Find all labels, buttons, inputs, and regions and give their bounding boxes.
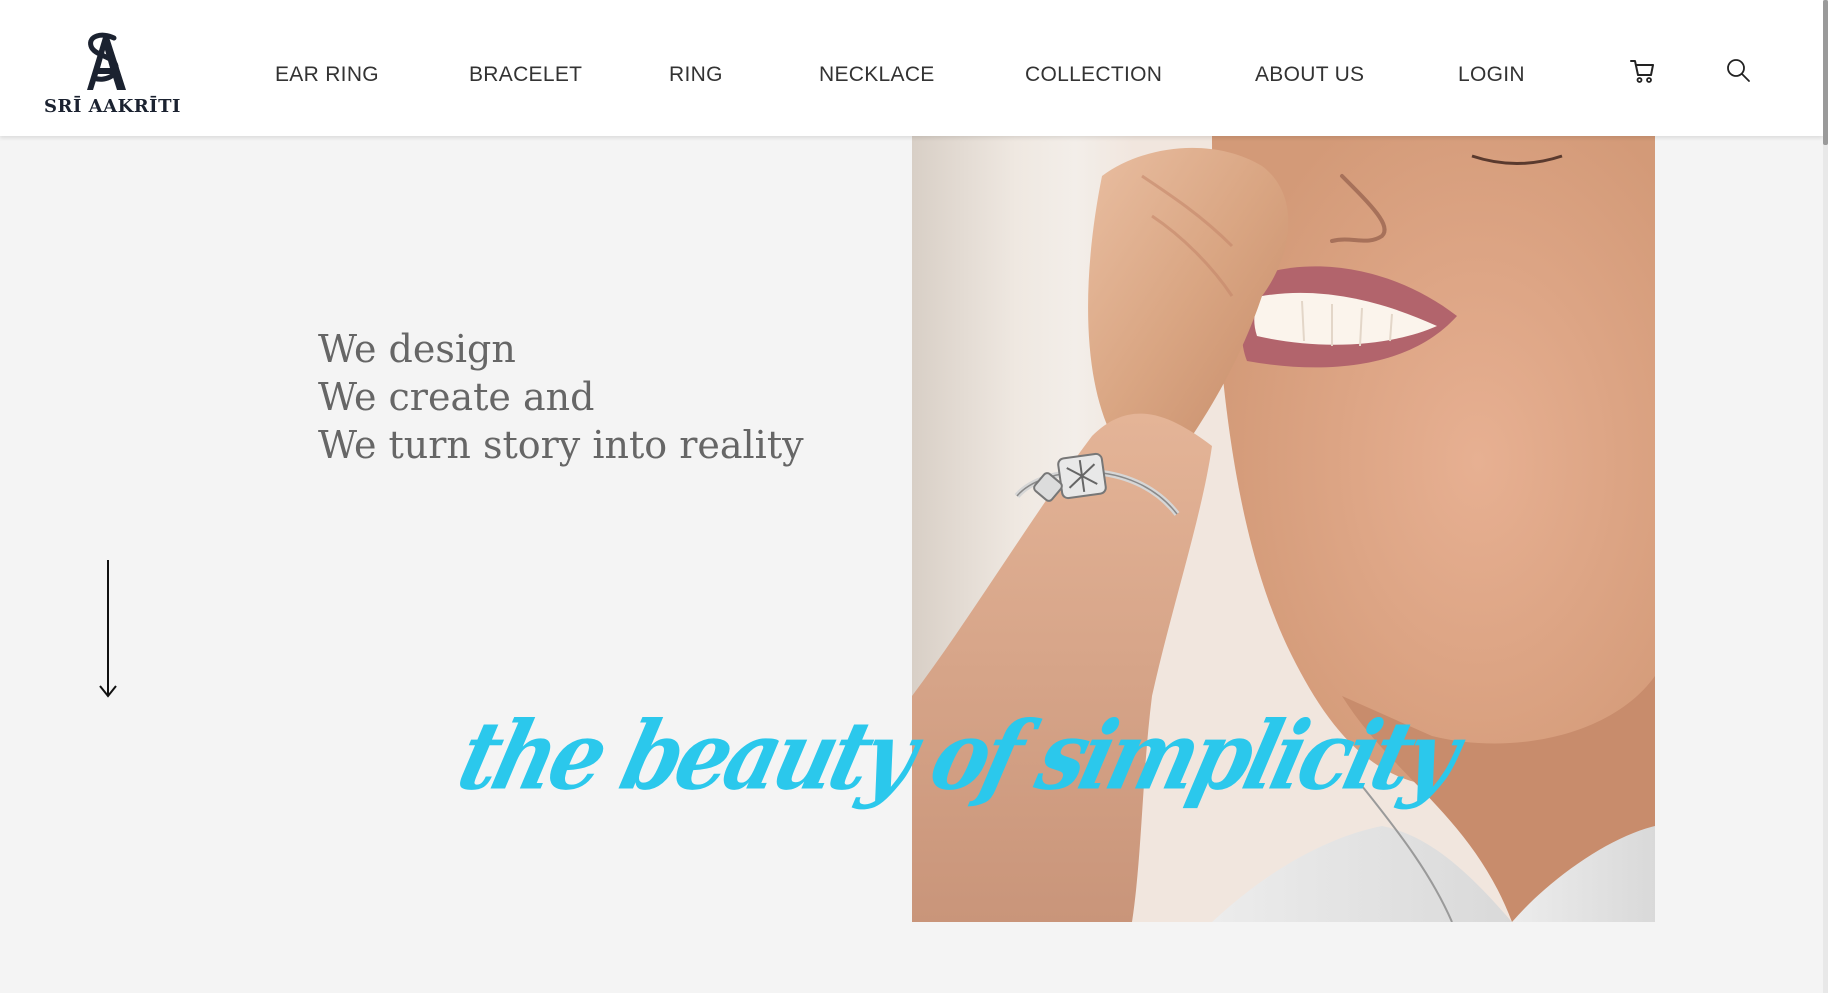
site-header: SRĪ AAKRĪTI EAR RING BRACELET RING NECKL… — [0, 0, 1823, 136]
hero-script-slogan: the beauty of simplicity — [448, 700, 1466, 811]
scrollbar-thumb[interactable] — [1823, 0, 1828, 145]
nav-item-bracelet[interactable]: BRACELET — [469, 60, 582, 90]
search-button[interactable] — [1724, 56, 1754, 86]
cart-button[interactable] — [1628, 56, 1658, 86]
monogram-logo-icon — [87, 32, 126, 90]
tagline-line-1: We design — [318, 327, 516, 371]
nav-item-necklace[interactable]: NECKLACE — [819, 60, 935, 90]
page: SRĪ AAKRĪTI EAR RING BRACELET RING NECKL… — [0, 0, 1828, 993]
hero-tagline: We design We create and We turn story in… — [318, 325, 804, 469]
nav-item-ring[interactable]: RING — [669, 60, 723, 90]
nav-item-about-us[interactable]: ABOUT US — [1255, 60, 1364, 90]
nav-item-ear-ring[interactable]: EAR RING — [275, 60, 379, 90]
nav-item-login[interactable]: LOGIN — [1458, 60, 1525, 90]
search-icon — [1727, 59, 1750, 82]
brand-name: SRĪ AAKRĪTI — [44, 96, 181, 117]
cart-icon — [1630, 60, 1654, 83]
tagline-line-3: We turn story into reality — [318, 423, 804, 467]
scroll-down-arrow-icon[interactable] — [96, 558, 120, 700]
tagline-line-2: We create and — [318, 375, 595, 419]
nav-item-collection[interactable]: COLLECTION — [1025, 60, 1162, 90]
page-scrollbar[interactable] — [1823, 0, 1828, 993]
brand-logo[interactable]: SRĪ AAKRĪTI — [42, 30, 181, 122]
